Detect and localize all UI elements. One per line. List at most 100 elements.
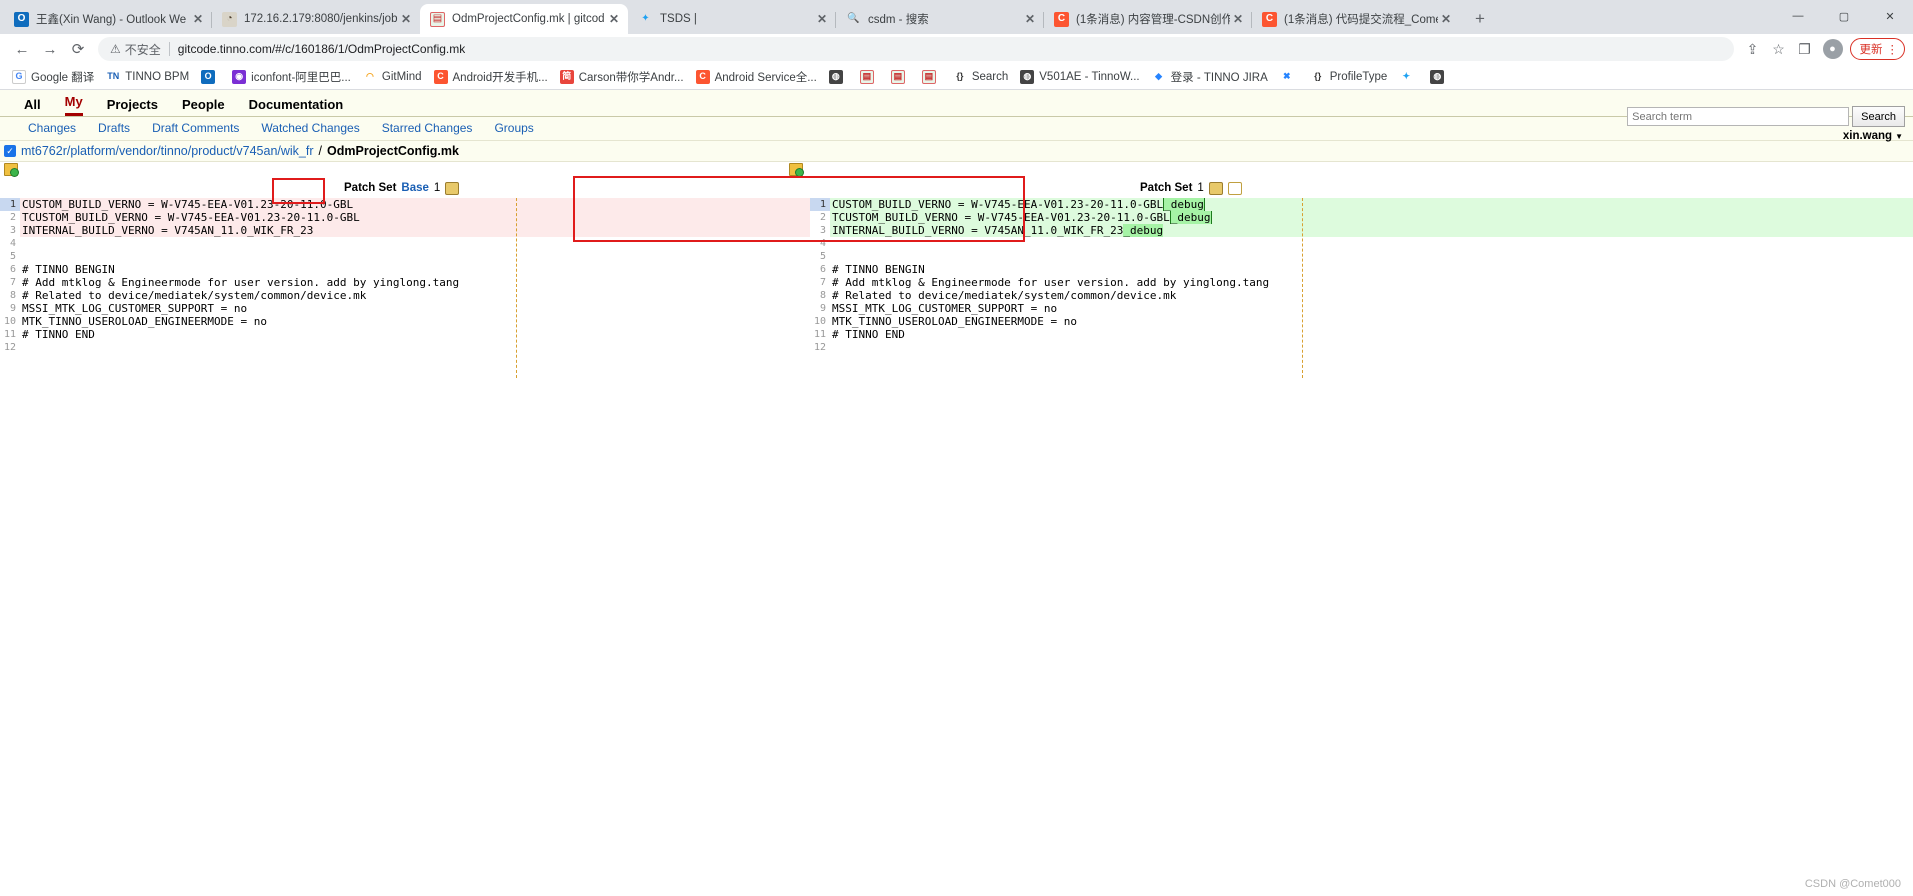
reload-icon[interactable]: ⟳ [64, 35, 92, 63]
browser-tab-active[interactable]: ▤ OdmProjectConfig.mk | gitcod ✕ [420, 4, 628, 34]
diff-line[interactable]: 6 # TINNO BENGIN [810, 263, 1913, 276]
minimize-button[interactable]: — [1775, 0, 1821, 32]
close-icon[interactable]: ✕ [398, 11, 414, 27]
file-path[interactable]: mt6762r/platform/vendor/tinno/product/v7… [21, 144, 314, 158]
bookmark-item[interactable]: C Android开发手机... [428, 67, 554, 87]
download-icon[interactable] [1208, 181, 1223, 195]
diff-line[interactable]: 10 MTK_TINNO_USEROLOAD_ENGINEERMODE = no [810, 315, 1913, 328]
bookmark-item[interactable]: ▤ [885, 68, 916, 86]
diff-line[interactable]: 9 MSSI_MTK_LOG_CUSTOMER_SUPPORT = no [0, 302, 810, 315]
diff-line[interactable]: 1 CUSTOM_BUILD_VERNO = W-V745-EEA-V01.23… [810, 198, 1913, 211]
diff-line[interactable]: 1 CUSTOM_BUILD_VERNO = W-V745-EEA-V01.23-… [0, 198, 810, 211]
diff-line[interactable]: 7 # Add mtklog & Engineermode for user ve… [0, 276, 810, 289]
nav-item-all[interactable]: All [24, 97, 41, 116]
diff-line[interactable]: 7 # Add mtklog & Engineermode for user ve… [810, 276, 1913, 289]
bookmark-item[interactable]: ◆ 登录 - TINNO JIRA [1146, 67, 1274, 87]
left-file-icon[interactable] [4, 163, 19, 177]
line-number: 9 [9, 303, 16, 314]
right-file-icon[interactable] [789, 163, 804, 177]
new-tab-button[interactable]: + [1466, 5, 1494, 33]
close-icon[interactable]: ✕ [606, 11, 622, 27]
security-indicator[interactable]: ⚠ 不安全 [110, 41, 161, 58]
close-icon[interactable]: ✕ [190, 11, 206, 27]
bookmark-item[interactable]: 简 Carson带你学Andr... [554, 67, 690, 87]
line-number: 12 [3, 342, 16, 353]
bookmark-item[interactable]: ▤ [854, 68, 885, 86]
search-button[interactable]: Search [1852, 106, 1905, 127]
diff-line[interactable]: 9 MSSI_MTK_LOG_CUSTOMER_SUPPORT = no [810, 302, 1913, 315]
diff-line[interactable]: 5 [0, 250, 810, 263]
browser-tab[interactable]: O 王鑫(Xin Wang) - Outlook We ✕ [4, 4, 212, 34]
update-button[interactable]: 更新 ⋮ [1849, 38, 1905, 60]
download-icon[interactable] [445, 181, 460, 195]
subnav-item-watched-changes[interactable]: Watched Changes [261, 121, 359, 135]
bookmark-item[interactable]: ◉ iconfont-阿里巴巴... [226, 67, 357, 87]
subnav-item-draft-comments[interactable]: Draft Comments [152, 121, 239, 135]
bookmark-item[interactable]: ◠ GitMind [357, 68, 428, 86]
bookmark-item[interactable]: {} Search [947, 68, 1014, 86]
bookmark-item[interactable]: ▤ [916, 68, 947, 86]
nav-item-people[interactable]: People [182, 97, 225, 116]
bookmark-item[interactable]: ◍ [1424, 68, 1455, 86]
browser-tab[interactable]: C (1条消息) 代码提交流程_Comet ✕ [1251, 4, 1460, 34]
back-icon[interactable]: ← [8, 35, 36, 63]
subnav-item-groups[interactable]: Groups [494, 121, 533, 135]
patchset-number[interactable]: 1 [434, 182, 440, 194]
diff-line[interactable]: 5 [810, 250, 1913, 263]
bookmark-item[interactable]: O [195, 68, 226, 86]
nav-item-documentation[interactable]: Documentation [249, 97, 344, 116]
close-icon[interactable]: ✕ [1022, 11, 1038, 27]
bookmark-item[interactable]: C Android Service全... [690, 67, 823, 87]
file-reviewed-checkbox[interactable]: ✓ [4, 145, 16, 157]
subnav-item-starred-changes[interactable]: Starred Changes [382, 121, 473, 135]
bookmark-item[interactable]: ✖ [1274, 68, 1305, 86]
share-icon[interactable]: ⇪ [1740, 36, 1766, 62]
patchset-base-link[interactable]: Base [401, 182, 429, 194]
forward-icon[interactable]: → [36, 35, 64, 63]
bookmark-item[interactable]: G Google 翻译 [6, 67, 100, 87]
diff-line[interactable]: 12 [0, 341, 810, 354]
browser-tab[interactable]: C (1条消息) 内容管理-CSDN创作 ✕ [1043, 4, 1252, 34]
subnav-item-changes[interactable]: Changes [28, 121, 76, 135]
kebab-menu-icon[interactable]: ⋮ [1887, 42, 1899, 56]
bookmark-item[interactable]: {} ProfileType [1305, 68, 1394, 86]
user-menu[interactable]: xin.wang ▼ [1843, 130, 1903, 142]
diff-line[interactable]: 10 MTK_TINNO_USEROLOAD_ENGINEERMODE = no [0, 315, 810, 328]
edit-icon[interactable] [1227, 181, 1242, 195]
diff-line[interactable]: 4 [810, 237, 1913, 250]
close-icon[interactable]: ✕ [1438, 11, 1454, 27]
bookmark-item[interactable]: ◍ [823, 68, 854, 86]
side-panel-icon[interactable]: ❐ [1792, 36, 1818, 62]
nav-item-projects[interactable]: Projects [107, 97, 158, 116]
diff-line[interactable]: 2 TCUSTOM_BUILD_VERNO = W-V745-EEA-V01.23… [0, 211, 810, 224]
diff-line[interactable]: 3 INTERNAL_BUILD_VERNO = V745AN_11.0_WIK… [810, 224, 1913, 237]
diff-line[interactable]: 3 INTERNAL_BUILD_VERNO = V745AN_11.0_WIK_… [0, 224, 810, 237]
diff-line[interactable]: 2 TCUSTOM_BUILD_VERNO = W-V745-EEA-V01.2… [810, 211, 1913, 224]
bookmark-label: ProfileType [1329, 70, 1388, 83]
nav-item-my[interactable]: My [64, 94, 83, 116]
close-window-button[interactable]: ✕ [1867, 0, 1913, 32]
subnav-item-drafts[interactable]: Drafts [98, 121, 130, 135]
diff-line[interactable]: 8 # Related to device/mediatek/system/com… [0, 289, 810, 302]
diff-line[interactable]: 8 # Related to device/mediatek/system/com… [810, 289, 1913, 302]
avatar[interactable]: ● [1822, 39, 1843, 59]
browser-tab[interactable]: ✦ TSDS | ✕ [628, 4, 836, 34]
bookmark-item[interactable]: ◍ V501AE - TinnoW... [1014, 68, 1145, 86]
close-icon[interactable]: ✕ [1230, 11, 1246, 27]
diff-line[interactable]: 11 # TINNO END [810, 328, 1913, 341]
diff-line[interactable]: 12 [810, 341, 1913, 354]
diff-line[interactable]: 4 [0, 237, 810, 250]
diff-line[interactable]: 6 # TINNO BENGIN [0, 263, 810, 276]
bookmark-item[interactable]: ✦ [1393, 68, 1424, 86]
address-bar[interactable]: ⚠ 不安全 gitcode.tinno.com/#/c/160186/1/Odm… [98, 37, 1734, 61]
diff-line[interactable]: 11 # TINNO END [0, 328, 810, 341]
close-icon[interactable]: ✕ [814, 11, 830, 27]
star-icon[interactable]: ☆ [1766, 36, 1792, 62]
jianshu-icon: 简 [559, 69, 574, 84]
search-input[interactable] [1627, 107, 1850, 126]
browser-tab[interactable]: ◔ 172.16.2.179:8080/jenkins/job ✕ [211, 4, 420, 34]
maximize-button[interactable]: ▢ [1821, 0, 1867, 32]
bookmark-item[interactable]: TN TINNO BPM [100, 68, 195, 86]
browser-tab[interactable]: 🔍 csdm - 搜索 ✕ [835, 4, 1044, 34]
patchset-number[interactable]: 1 [1197, 182, 1203, 194]
